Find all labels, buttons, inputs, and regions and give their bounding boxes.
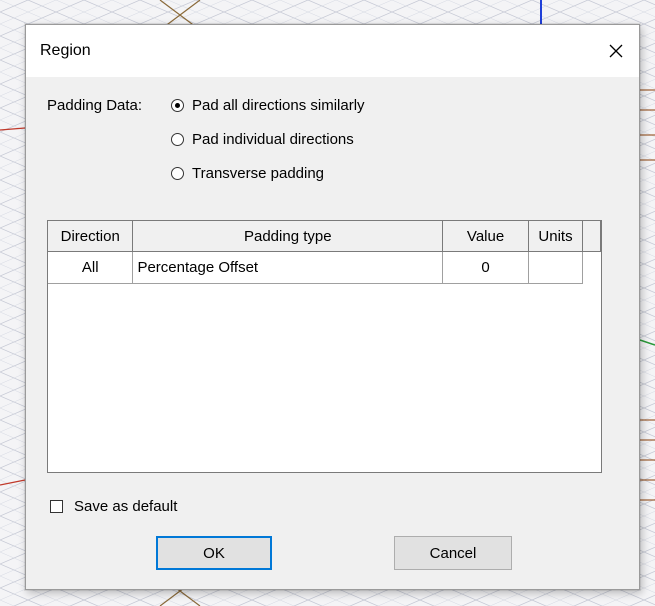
column-header-value[interactable]: Value bbox=[442, 221, 530, 252]
radio-pad-all[interactable]: Pad all directions similarly bbox=[171, 95, 365, 115]
table-header-row: Direction Padding type Value Units bbox=[48, 221, 602, 252]
region-dialog: Region Padding Data: Pad all directions … bbox=[25, 24, 640, 590]
radio-label: Transverse padding bbox=[192, 164, 325, 182]
checkbox-label: Save as default bbox=[74, 498, 178, 515]
cell-value[interactable]: 0 bbox=[442, 251, 530, 284]
title-bar: Region bbox=[26, 25, 639, 77]
close-button[interactable] bbox=[593, 25, 639, 77]
column-header-padding-type[interactable]: Padding type bbox=[132, 221, 444, 252]
radio-button[interactable] bbox=[171, 132, 184, 146]
checkbox-box[interactable] bbox=[50, 500, 63, 513]
ok-button[interactable]: OK bbox=[156, 536, 272, 570]
radio-button[interactable] bbox=[171, 98, 184, 112]
close-icon bbox=[609, 44, 623, 58]
cell-direction[interactable]: All bbox=[48, 251, 134, 284]
cell-units[interactable] bbox=[528, 251, 583, 284]
cancel-button[interactable]: Cancel bbox=[394, 536, 512, 570]
column-header-filler bbox=[581, 221, 602, 252]
column-header-units[interactable]: Units bbox=[528, 221, 583, 252]
radio-label: Pad all directions similarly bbox=[192, 96, 365, 114]
column-header-direction[interactable]: Direction bbox=[48, 221, 134, 252]
save-as-default-checkbox[interactable]: Save as default bbox=[50, 498, 177, 515]
radio-button[interactable] bbox=[171, 166, 184, 180]
radio-label: Pad individual directions bbox=[192, 130, 354, 148]
padding-table: Direction Padding type Value Units All P… bbox=[47, 220, 602, 473]
table-row[interactable]: All Percentage Offset 0 bbox=[48, 251, 601, 284]
radio-pad-individual[interactable]: Pad individual directions bbox=[171, 129, 354, 149]
padding-data-label: Padding Data: bbox=[47, 97, 143, 114]
radio-transverse[interactable]: Transverse padding bbox=[171, 163, 324, 183]
cell-padding-type[interactable]: Percentage Offset bbox=[132, 251, 444, 284]
dialog-title: Region bbox=[40, 42, 91, 59]
cell-filler bbox=[582, 251, 601, 284]
